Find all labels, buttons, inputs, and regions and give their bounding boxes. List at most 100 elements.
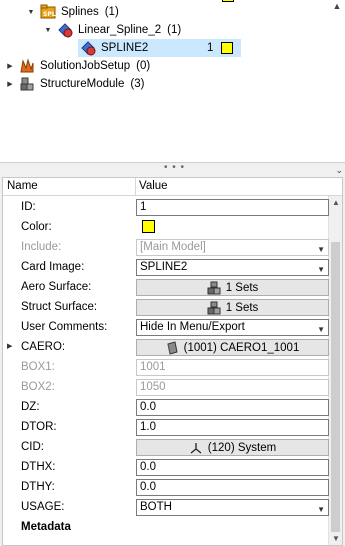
- double-chevron-down-icon[interactable]: ⌄: [335, 165, 343, 176]
- property-label: DZ:: [21, 401, 40, 413]
- sets-icon: [207, 281, 221, 294]
- svg-text:SPL: SPL: [43, 11, 56, 18]
- tree-scroll-up-icon[interactable]: ▲: [331, 1, 343, 11]
- solution-job-icon: [19, 58, 35, 74]
- property-label: Include:: [21, 241, 62, 253]
- chevron-down-icon[interactable]: ▼: [317, 323, 325, 336]
- card-image-select[interactable]: SPLINE2 ▼: [136, 259, 329, 276]
- struct-surface-button[interactable]: 1 Sets: [136, 299, 329, 316]
- collapse-arrow-icon[interactable]: ▼: [26, 9, 36, 16]
- usage-select[interactable]: BOTH ▼: [136, 499, 329, 516]
- expand-arrow-icon[interactable]: ▶: [7, 342, 12, 350]
- metadata-section-label: Metadata: [21, 521, 71, 533]
- button-label: 1 Sets: [225, 301, 259, 314]
- scrollbar-thumb[interactable]: [331, 242, 340, 532]
- property-label: BOX1:: [21, 361, 55, 373]
- user-comments-select[interactable]: Hide In Menu/Export ▼: [136, 319, 329, 336]
- select-value: BOTH: [140, 501, 172, 513]
- property-row-metadata[interactable]: Metadata: [3, 517, 329, 537]
- property-label: Card Image:: [21, 261, 85, 273]
- aero-surface-button[interactable]: 1 Sets: [136, 279, 329, 296]
- button-label: 1 Sets: [225, 281, 259, 294]
- dz-input[interactable]: 0.0: [136, 399, 329, 416]
- property-label: Aero Surface:: [21, 281, 92, 293]
- tree-item-count: (1): [104, 6, 119, 18]
- property-row-dthy: DTHY: 0.0: [3, 477, 329, 497]
- tree-item-linear-spline[interactable]: ▼ Linear_Spline_2 (1): [43, 21, 181, 39]
- tree-item-solution-job-setup[interactable]: ▶ SolutionJobSetup (0): [5, 57, 150, 75]
- tree-item-structure-module[interactable]: ▶ StructureModule (3): [5, 75, 144, 93]
- property-row-box2: BOX2: 1050: [3, 377, 329, 397]
- tree-item-label: StructureModule: [40, 78, 125, 90]
- panel-splitter[interactable]: • • • ⌄: [0, 163, 345, 177]
- name-column-header[interactable]: Name: [7, 180, 38, 192]
- model-tree-panel: ▲ ▼ SPL Splines (1) ▼ Linear_Spline_2 (1…: [0, 0, 345, 163]
- property-row-aero-surface: Aero Surface: 1 Sets: [3, 277, 329, 297]
- tree-item-count: (1): [167, 24, 182, 36]
- caero-button[interactable]: (1001) CAERO1_1001: [136, 339, 329, 356]
- splitter-grip-icon[interactable]: • • •: [164, 163, 185, 173]
- button-label: (1001) CAERO1_1001: [183, 341, 300, 354]
- property-label: BOX2:: [21, 381, 55, 393]
- property-row-caero: ▶ CAERO: (1001) CAERO1_1001: [3, 337, 329, 357]
- property-label: USAGE:: [21, 501, 65, 513]
- property-label: DTHX:: [21, 461, 56, 473]
- select-value: [Main Model]: [140, 241, 206, 253]
- property-label: Color:: [21, 221, 52, 233]
- box1-input: 1001: [136, 359, 329, 376]
- select-value: SPLINE2: [140, 261, 188, 273]
- property-grid-header: Name Value: [3, 178, 342, 196]
- property-row-id: ID: 1: [3, 197, 329, 217]
- expand-arrow-icon[interactable]: ▶: [5, 80, 15, 88]
- color-picker-swatch[interactable]: [142, 220, 155, 233]
- select-value: Hide In Menu/Export: [140, 321, 245, 333]
- column-divider[interactable]: [135, 178, 136, 196]
- property-row-box1: BOX1: 1001: [3, 357, 329, 377]
- property-grid-scrollbar[interactable]: ▲ ▼: [328, 196, 342, 545]
- caero-panel-icon: [167, 340, 178, 355]
- tree-item-count: 1: [207, 42, 214, 54]
- property-row-cid: CID: (120) System: [3, 437, 329, 457]
- structure-module-icon: [19, 76, 35, 92]
- dtor-input[interactable]: 1.0: [136, 419, 329, 436]
- chevron-down-icon: ▼: [317, 245, 325, 254]
- property-grid: Name Value ▲ ▼ ID: 1 Color: Include: [Ma…: [2, 177, 343, 546]
- property-row-user-comments: User Comments: Hide In Menu/Export ▼: [3, 317, 329, 337]
- property-row-card-image: Card Image: SPLINE2 ▼: [3, 257, 329, 277]
- dthx-input[interactable]: 0.0: [136, 459, 329, 476]
- property-row-struct-surface: Struct Surface: 1 Sets: [3, 297, 329, 317]
- property-label: CID:: [21, 441, 44, 453]
- chevron-down-icon[interactable]: ▼: [317, 263, 325, 276]
- chevron-down-icon[interactable]: ▼: [317, 503, 325, 516]
- tree-item-label: Splines: [61, 6, 99, 18]
- dthy-input[interactable]: 0.0: [136, 479, 329, 496]
- button-label: (120) System: [207, 441, 277, 454]
- tree-item-spline2[interactable]: SPLINE2 1: [78, 39, 241, 57]
- property-row-dthx: DTHX: 0.0: [3, 457, 329, 477]
- box2-input: 1050: [136, 379, 329, 396]
- collapse-arrow-icon[interactable]: ▼: [43, 27, 53, 34]
- splines-folder-icon: SPL: [40, 4, 56, 20]
- property-row-dz: DZ: 0.0: [3, 397, 329, 417]
- property-label: CAERO:: [21, 341, 66, 353]
- scroll-up-icon[interactable]: ▲: [329, 198, 342, 207]
- sets-icon: [207, 301, 221, 314]
- expand-arrow-icon[interactable]: ▶: [5, 62, 15, 70]
- tree-item-label: SPLINE2: [101, 42, 149, 54]
- id-input[interactable]: 1: [136, 199, 329, 216]
- value-column-header[interactable]: Value: [139, 180, 168, 192]
- cid-button[interactable]: (120) System: [136, 439, 329, 456]
- property-label: Struct Surface:: [21, 301, 98, 313]
- property-label: User Comments:: [21, 321, 108, 333]
- property-row-color: Color:: [3, 217, 329, 237]
- property-label: DTHY:: [21, 481, 55, 493]
- include-select: [Main Model] ▼: [136, 239, 329, 256]
- spline-color-swatch: [221, 42, 233, 54]
- spline-group-icon: [57, 22, 73, 38]
- scroll-down-icon[interactable]: ▼: [329, 534, 342, 543]
- property-row-include: Include: [Main Model] ▼: [3, 237, 329, 257]
- tree-item-count: (3): [130, 78, 145, 90]
- tree-item-splines[interactable]: ▼ SPL Splines (1): [26, 3, 119, 21]
- spline-entity-icon: [80, 40, 96, 56]
- tree-item-label: SolutionJobSetup: [40, 60, 131, 72]
